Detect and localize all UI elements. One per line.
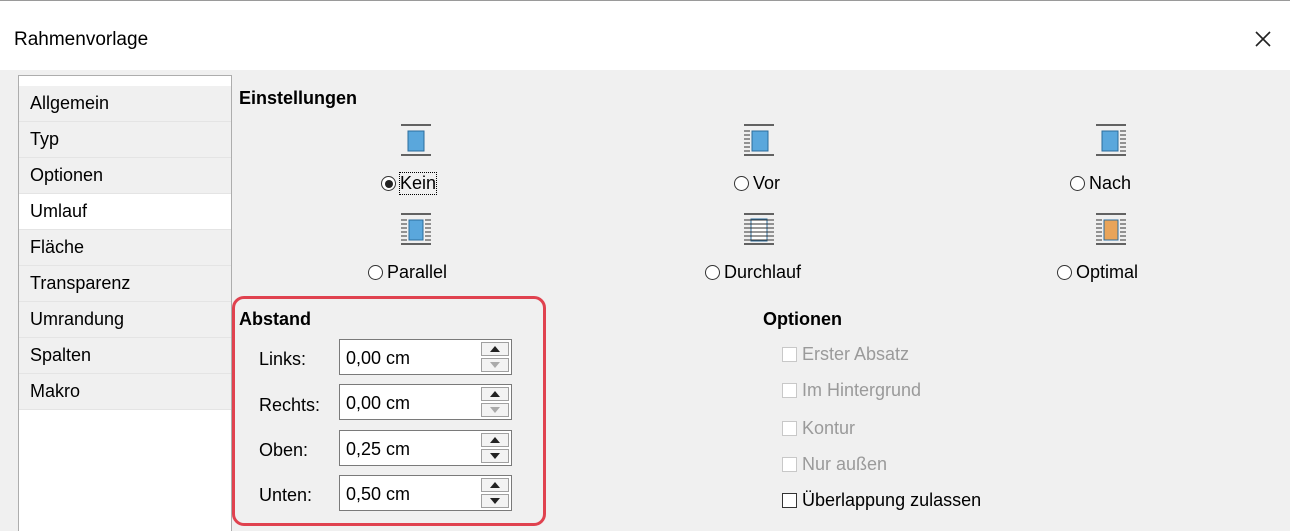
oben-value: 0,25 cm bbox=[346, 439, 411, 459]
wrap-none-icon[interactable] bbox=[399, 123, 433, 157]
radio-nach[interactable]: Nach bbox=[1070, 173, 1131, 194]
rechts-increment-button[interactable] bbox=[481, 387, 509, 401]
sidebar-item-label: Typ bbox=[30, 129, 60, 149]
unten-increment-button[interactable] bbox=[481, 478, 509, 492]
ueberlappung-zulassen-label: Überlappung zulassen bbox=[802, 490, 982, 510]
radio-parallel-label: Parallel bbox=[387, 262, 448, 282]
checkbox-icon bbox=[782, 493, 797, 508]
radio-optimal[interactable]: Optimal bbox=[1057, 262, 1138, 283]
wrap-through-icon[interactable] bbox=[742, 212, 776, 246]
rechts-label: Rechts: bbox=[259, 395, 321, 415]
checkbox-icon bbox=[782, 347, 797, 362]
oben-decrement-button[interactable] bbox=[481, 449, 509, 463]
radio-parallel[interactable]: Parallel bbox=[368, 262, 447, 283]
abstand-heading: Abstand bbox=[239, 309, 311, 329]
radio-durchlauf-label: Durchlauf bbox=[724, 262, 802, 282]
links-decrement-button[interactable] bbox=[481, 358, 509, 372]
oben-spinfield[interactable]: 0,25 cm bbox=[339, 430, 512, 466]
sidebar-item-transparenz[interactable]: Transparenz bbox=[19, 266, 231, 302]
sidebar-item-label: Transparenz bbox=[30, 273, 131, 293]
radio-icon bbox=[368, 265, 383, 280]
radio-vor-label: Vor bbox=[753, 173, 781, 193]
sidebar-item-optionen[interactable]: Optionen bbox=[19, 158, 231, 194]
radio-vor[interactable]: Vor bbox=[734, 173, 780, 194]
sidebar-item-label: Fläche bbox=[30, 237, 85, 257]
radio-kein[interactable]: Kein bbox=[381, 172, 438, 195]
ueberlappung-zulassen-checkbox[interactable]: Überlappung zulassen bbox=[782, 490, 981, 511]
wrap-parallel-icon[interactable] bbox=[399, 212, 433, 246]
checkbox-icon bbox=[782, 421, 797, 436]
rechts-value: 0,00 cm bbox=[346, 393, 411, 413]
radio-optimal-label: Optimal bbox=[1076, 262, 1139, 282]
radio-kein-label: Kein bbox=[398, 172, 438, 195]
oben-increment-button[interactable] bbox=[481, 433, 509, 447]
kontur-checkbox[interactable]: Kontur bbox=[782, 418, 855, 439]
optionen-heading: Optionen bbox=[763, 309, 842, 329]
radio-icon bbox=[705, 265, 720, 280]
unten-decrement-button[interactable] bbox=[481, 494, 509, 508]
close-button[interactable] bbox=[1243, 21, 1283, 57]
sidebar-item-allgemein[interactable]: Allgemein bbox=[19, 86, 231, 122]
nur-aussen-checkbox[interactable]: Nur außen bbox=[782, 454, 887, 475]
rechts-spinfield[interactable]: 0,00 cm bbox=[339, 384, 512, 420]
title-bar: Rahmenvorlage bbox=[0, 0, 1290, 70]
kontur-label: Kontur bbox=[802, 418, 856, 438]
sidebar-item-flaeche[interactable]: Fläche bbox=[19, 230, 231, 266]
sidebar-item-umlauf[interactable]: Umlauf bbox=[19, 194, 231, 230]
links-value: 0,00 cm bbox=[346, 348, 411, 368]
sidebar-item-makro[interactable]: Makro bbox=[19, 374, 231, 410]
im-hintergrund-checkbox[interactable]: Im Hintergrund bbox=[782, 380, 921, 401]
checkbox-icon bbox=[782, 457, 797, 472]
sidebar-item-label: Spalten bbox=[30, 345, 92, 365]
sidebar-item-typ[interactable]: Typ bbox=[19, 122, 231, 158]
einstellungen-heading: Einstellungen bbox=[239, 88, 358, 108]
radio-selected-icon bbox=[381, 176, 396, 191]
unten-value: 0,50 cm bbox=[346, 484, 411, 504]
sidebar-item-label: Umlauf bbox=[30, 201, 88, 221]
oben-label: Oben: bbox=[259, 440, 309, 460]
sidebar-item-umrandung[interactable]: Umrandung bbox=[19, 302, 231, 338]
nur-aussen-label: Nur außen bbox=[802, 454, 888, 474]
category-list: Allgemein Typ Optionen Umlauf Fläche Tra… bbox=[18, 75, 232, 531]
sidebar-item-label: Umrandung bbox=[30, 309, 125, 329]
unten-label: Unten: bbox=[259, 485, 313, 505]
radio-icon bbox=[734, 176, 749, 191]
erster-absatz-checkbox[interactable]: Erster Absatz bbox=[782, 344, 909, 365]
wrap-before-icon[interactable] bbox=[742, 123, 776, 157]
links-label: Links: bbox=[259, 349, 307, 369]
radio-icon bbox=[1057, 265, 1072, 280]
window-title: Rahmenvorlage bbox=[14, 29, 149, 50]
unten-spinfield[interactable]: 0,50 cm bbox=[339, 475, 512, 511]
sidebar-item-spalten[interactable]: Spalten bbox=[19, 338, 231, 374]
erster-absatz-label: Erster Absatz bbox=[802, 344, 910, 364]
sidebar-item-label: Allgemein bbox=[30, 93, 110, 113]
sidebar-item-label: Makro bbox=[30, 381, 81, 401]
im-hintergrund-label: Im Hintergrund bbox=[802, 380, 922, 400]
radio-durchlauf[interactable]: Durchlauf bbox=[705, 262, 801, 283]
sidebar-item-label: Optionen bbox=[30, 165, 104, 185]
close-icon bbox=[1255, 31, 1271, 47]
wrap-optimal-icon[interactable] bbox=[1094, 212, 1128, 246]
radio-icon bbox=[1070, 176, 1085, 191]
checkbox-icon bbox=[782, 383, 797, 398]
rechts-decrement-button[interactable] bbox=[481, 403, 509, 417]
links-increment-button[interactable] bbox=[481, 342, 509, 356]
links-spinfield[interactable]: 0,00 cm bbox=[339, 339, 512, 375]
wrap-after-icon[interactable] bbox=[1094, 123, 1128, 157]
radio-nach-label: Nach bbox=[1089, 173, 1132, 193]
